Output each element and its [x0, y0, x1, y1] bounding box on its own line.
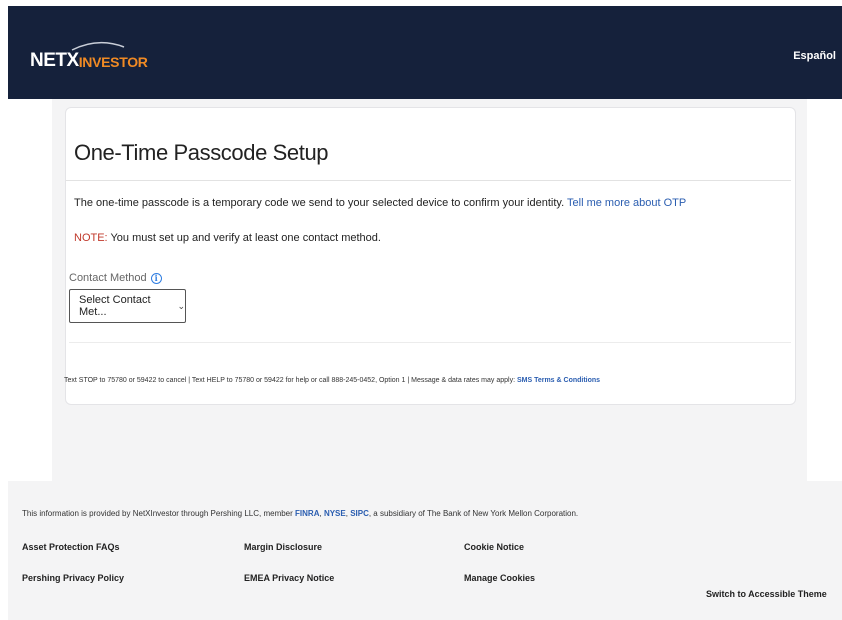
- margin-disclosure-link[interactable]: Margin Disclosure: [244, 542, 322, 552]
- sipc-link[interactable]: SIPC: [350, 509, 369, 518]
- contact-method-select[interactable]: Select Contact Met... ⌄: [69, 289, 186, 323]
- language-toggle-link[interactable]: Español: [793, 50, 836, 62]
- manage-cookies-link[interactable]: Manage Cookies: [464, 573, 535, 583]
- chevron-down-icon: ⌄: [177, 300, 185, 311]
- info-icon[interactable]: i: [150, 272, 162, 284]
- cookie-notice-link[interactable]: Cookie Notice: [464, 542, 524, 552]
- finra-link[interactable]: FINRA: [295, 509, 319, 518]
- sms-divider: [69, 342, 791, 343]
- otp-more-info-link[interactable]: Tell me more about OTP: [567, 197, 686, 209]
- note-text: You must set up and verify at least one …: [110, 232, 381, 244]
- accessible-theme-link[interactable]: Switch to Accessible Theme: [706, 589, 827, 599]
- nyse-link[interactable]: NYSE: [324, 509, 346, 518]
- sms-terms-link[interactable]: SMS Terms & Conditions: [517, 377, 600, 384]
- otp-description: The one-time passcode is a temporary cod…: [74, 197, 686, 209]
- otp-description-text: The one-time passcode is a temporary cod…: [74, 197, 565, 209]
- footer-info-suffix: , a subsidiary of The Bank of New York M…: [368, 509, 579, 518]
- asset-protection-faqs-link[interactable]: Asset Protection FAQs: [22, 542, 120, 552]
- page-footer: This information is provided by NetXInve…: [8, 481, 842, 620]
- pershing-privacy-policy-link[interactable]: Pershing Privacy Policy: [22, 573, 124, 583]
- logo-swoosh-icon: [71, 41, 125, 51]
- setup-note: NOTE: You must set up and verify at leas…: [74, 232, 381, 244]
- logo-investor-text: INVESTOR: [78, 54, 148, 70]
- sms-disclaimer-text: Text STOP to 75780 or 59422 to cancel | …: [64, 377, 516, 384]
- otp-setup-card: One-Time Passcode Setup The one-time pas…: [64, 107, 796, 405]
- sms-disclaimer: Text STOP to 75780 or 59422 to cancel | …: [64, 377, 600, 384]
- footer-info-prefix: This information is provided by NetXInve…: [22, 509, 293, 518]
- contact-method-select-value: Select Contact Met...: [79, 294, 151, 318]
- logo-netx-text: NETX: [30, 50, 79, 71]
- note-label: NOTE:: [74, 232, 108, 244]
- netxinvestor-logo[interactable]: NETX INVESTOR: [30, 41, 148, 71]
- contact-method-label: Contact Method i: [69, 272, 162, 284]
- page-title: One-Time Passcode Setup: [74, 140, 329, 165]
- footer-disclosure: This information is provided by NetXInve…: [22, 509, 579, 518]
- top-header-bar: NETX INVESTOR Español: [8, 6, 842, 99]
- emea-privacy-notice-link[interactable]: EMEA Privacy Notice: [244, 573, 334, 583]
- title-divider: [66, 180, 791, 181]
- contact-method-label-text: Contact Method: [69, 272, 147, 284]
